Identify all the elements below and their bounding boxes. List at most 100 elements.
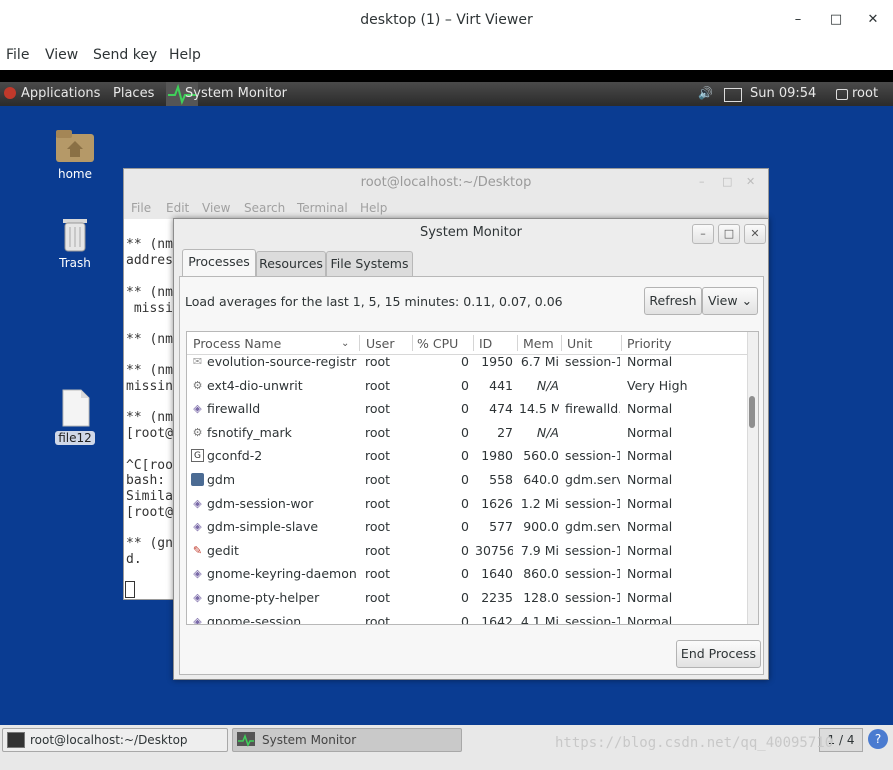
column-header-unit[interactable]: Unit xyxy=(567,336,592,351)
viewer-title: desktop (1) – Virt Viewer xyxy=(360,12,533,28)
process-user: root xyxy=(365,401,391,417)
minimize-button[interactable]: – xyxy=(788,10,808,30)
column-header-process-name[interactable]: Process Name xyxy=(193,336,281,351)
maximize-button[interactable]: □ xyxy=(826,10,846,30)
desktop-icon-trash[interactable]: Trash xyxy=(35,213,115,270)
table-row[interactable]: ✎ gedit root 0 30756 7.9 Mi session-1 No… xyxy=(187,540,747,564)
column-header-id[interactable]: ID xyxy=(479,336,492,351)
process-user: root xyxy=(365,566,391,582)
process-unit: session-1 xyxy=(565,495,620,511)
active-app-menu[interactable]: System Monitor xyxy=(185,86,287,101)
process-id: 27 xyxy=(497,424,513,440)
terminal-line: missi xyxy=(126,301,173,316)
help-icon[interactable]: ? xyxy=(868,729,888,749)
sysmon-title: System Monitor xyxy=(419,225,523,240)
diamond-icon: ◈ xyxy=(193,591,202,604)
table-row[interactable]: ◈ gnome-session root 0 1642 4.1 Mi sessi… xyxy=(187,611,747,624)
table-row[interactable]: ◈ gnome-keyring-daemon root 0 1640 860.0… xyxy=(187,563,747,587)
process-id: 474 xyxy=(489,401,513,417)
process-id: 441 xyxy=(489,377,513,393)
table-row[interactable]: ⚙ fsnotify_mark root 0 27 N/A Normal xyxy=(187,422,747,446)
places-menu[interactable]: Places xyxy=(113,86,154,101)
process-name: ext4-dio-unwrit xyxy=(207,377,303,393)
gear-icon: ⚙ xyxy=(192,378,203,392)
process-cpu: 0 xyxy=(461,495,469,511)
table-row[interactable]: G gconfd-2 root 0 1980 560.0 session-1 N… xyxy=(187,445,747,469)
menu-view[interactable]: View xyxy=(45,47,78,63)
close-button[interactable]: ✕ xyxy=(863,10,883,30)
menu-file[interactable]: File xyxy=(6,47,29,63)
process-mem: N/A xyxy=(536,377,559,393)
desktop-icon-file12[interactable]: file12 xyxy=(35,388,115,445)
table-row[interactable]: ◈ gdm-simple-slave root 0 577 900.0 gdm.… xyxy=(187,516,747,540)
process-unit: gdm.servi xyxy=(565,519,620,535)
table-row[interactable]: gdm root 0 558 640.0 gdm.servi Normal xyxy=(187,469,747,493)
taskbar-item-label: System Monitor xyxy=(262,733,357,747)
user-menu[interactable]: root xyxy=(852,86,878,101)
taskbar-item-system-monitor[interactable]: System Monitor xyxy=(232,728,462,752)
process-name: gdm xyxy=(207,472,236,487)
terminal-line: bash: xyxy=(126,473,166,488)
terminal-line: ^C[roo xyxy=(126,458,173,473)
process-user: root xyxy=(365,519,391,535)
table-row[interactable]: ✉ evolution-source-registry root 0 1950 … xyxy=(187,354,747,375)
end-process-button[interactable]: End Process xyxy=(676,640,761,668)
process-id: 1950 xyxy=(481,354,513,369)
process-priority: Normal xyxy=(627,401,673,417)
column-header-mem[interactable]: Mem xyxy=(523,336,554,351)
process-name: gnome-session xyxy=(207,613,302,624)
process-table[interactable]: Process Name ⌄ User % CPU ID Mem Unit Pr… xyxy=(186,331,759,625)
table-row[interactable]: ◈ gdm-session-wor root 0 1626 1.2 Mi ses… xyxy=(187,493,747,517)
watermark: https://blog.csdn.net/qq_40095710 xyxy=(555,735,834,751)
table-row[interactable]: ◈ firewalld root 0 474 14.5 M firewalld.… xyxy=(187,398,747,422)
sort-chevron-icon: ⌄ xyxy=(341,338,350,349)
taskbar-item-terminal[interactable]: root@localhost:~/Desktop xyxy=(2,728,228,752)
table-row[interactable]: ◈ gnome-pty-helper root 0 2235 128.0 ses… xyxy=(187,587,747,611)
process-name: evolution-source-registry xyxy=(207,354,357,369)
column-header-cpu[interactable]: % CPU xyxy=(417,336,458,351)
refresh-button[interactable]: Refresh xyxy=(644,287,702,315)
applications-menu[interactable]: Applications xyxy=(21,86,100,101)
sysmon-maximize-button[interactable]: □ xyxy=(718,224,740,244)
process-mem: 6.7 Mi xyxy=(520,354,559,369)
tab-resources[interactable]: Resources xyxy=(256,251,326,276)
process-user: root xyxy=(365,472,391,487)
process-unit: session-1 xyxy=(565,354,620,369)
terminal-menu-view[interactable]: View xyxy=(202,201,230,215)
terminal-menu-terminal[interactable]: Terminal xyxy=(297,201,348,215)
guest-desktop[interactable]: Applications Places System Monitor 🔊 Sun… xyxy=(0,70,893,770)
view-menu-button[interactable]: View ⌄ xyxy=(702,287,758,315)
scrollbar-track[interactable] xyxy=(747,332,758,624)
volume-icon[interactable]: 🔊 xyxy=(698,86,713,100)
terminal-menu-search[interactable]: Search xyxy=(244,201,285,215)
column-header-priority[interactable]: Priority xyxy=(627,336,672,351)
process-priority: Normal xyxy=(627,590,673,605)
process-user: root xyxy=(365,542,391,558)
terminal-menu-edit[interactable]: Edit xyxy=(166,201,189,215)
scrollbar-thumb[interactable] xyxy=(749,396,755,428)
sysmon-minimize-button[interactable]: – xyxy=(692,224,714,244)
terminal-menu-help[interactable]: Help xyxy=(360,201,387,215)
tab-file-systems[interactable]: File Systems xyxy=(326,251,413,276)
monitor-icon xyxy=(191,473,204,486)
terminal-close-button[interactable]: ✕ xyxy=(746,175,755,188)
process-mem: 900.0 xyxy=(523,519,559,535)
menu-help[interactable]: Help xyxy=(169,47,201,63)
desktop-icon-home[interactable]: home xyxy=(35,126,115,181)
table-row[interactable]: ⚙ ext4-dio-unwrit root 0 441 N/A Very Hi… xyxy=(187,375,747,399)
sysmon-close-button[interactable]: ✕ xyxy=(744,224,766,244)
terminal-maximize-button[interactable]: □ xyxy=(722,175,732,188)
column-header-user[interactable]: User xyxy=(366,336,395,351)
process-name: gdm-simple-slave xyxy=(207,519,319,535)
process-priority: Normal xyxy=(627,542,673,558)
tab-processes[interactable]: Processes xyxy=(182,249,256,276)
terminal-menubar: File Edit View Search Terminal Help xyxy=(124,197,768,219)
menu-send-key[interactable]: Send key xyxy=(93,47,157,63)
process-cpu: 0 xyxy=(461,613,469,624)
terminal-menu-file[interactable]: File xyxy=(131,201,151,215)
clock[interactable]: Sun 09:54 xyxy=(750,86,816,101)
network-icon[interactable] xyxy=(724,88,742,102)
terminal-minimize-button[interactable]: – xyxy=(699,175,705,188)
system-monitor-window[interactable]: System Monitor – □ ✕ Processes Resources… xyxy=(173,218,769,680)
terminal-line: ** (nm xyxy=(126,363,173,378)
